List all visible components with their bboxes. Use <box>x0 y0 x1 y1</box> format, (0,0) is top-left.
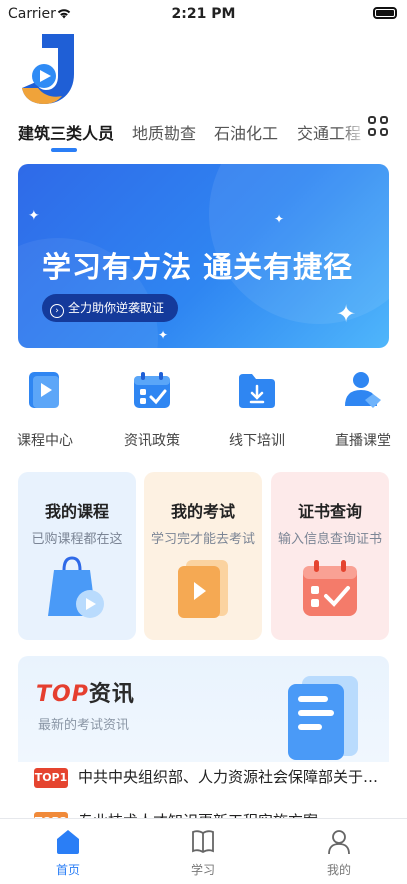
tabs-fade <box>340 116 368 152</box>
quick-link-offline-training[interactable]: 线下培训 <box>217 370 297 450</box>
arrow-right-icon: › <box>50 304 64 318</box>
live-user-icon <box>345 372 381 408</box>
quick-link-courses[interactable]: 课程中心 <box>5 370 85 450</box>
tab-home[interactable]: 首页 <box>28 829 108 879</box>
banner-pill-label: 全力助你逆袭取证 <box>68 301 165 315</box>
tab-jianzhu[interactable]: 建筑三类人员 <box>18 120 114 144</box>
app-logo <box>22 34 74 104</box>
my-exams-card[interactable]: 我的考试 学习完才能去考试 <box>144 472 262 640</box>
sparkle-icon: ✦ <box>336 300 357 328</box>
news-rank-badge: TOP1 <box>34 768 68 788</box>
promo-banner[interactable]: ✦ ✦ ✦ ✦ 学习有方法 通关有捷径 › 全力助你逆袭取证 <box>18 164 389 348</box>
category-tabs: 建筑三类人员 地质勘查 石油化工 交通工程 <box>0 116 407 160</box>
shopping-bag-play-icon <box>48 556 104 618</box>
tab-dizhi[interactable]: 地质勘查 <box>132 120 196 144</box>
certificate-query-card[interactable]: 证书查询 输入信息查询证书 <box>271 472 389 640</box>
news-item[interactable]: TOP1 中共中央组织部、人力资源社会保障部关于… <box>18 762 389 796</box>
tab-study[interactable]: 学习 <box>163 829 243 879</box>
home-content: ✦ ✦ ✦ ✦ 学习有方法 通关有捷径 › 全力助你逆袭取证 课程中心 资讯政策 <box>0 160 407 832</box>
top-news-subtitle: 最新的考试资讯 <box>38 718 130 733</box>
quick-link-label: 资讯政策 <box>124 433 180 449</box>
category-grid-icon[interactable] <box>368 116 390 138</box>
user-icon <box>328 830 350 855</box>
top-news-brand: TOP资讯 <box>36 676 135 708</box>
tab-label: 我的 <box>326 863 351 877</box>
sparkle-icon: ✦ <box>158 328 169 342</box>
sparkle-icon: ✦ <box>28 208 40 224</box>
top-news-brand-top: TOP <box>36 682 89 707</box>
book-icon <box>192 830 214 854</box>
quick-link-live-classroom[interactable]: 直播课堂 <box>323 370 403 450</box>
card-subtitle: 输入信息查询证书 <box>277 532 382 547</box>
banner-headline: 学习有方法 通关有捷径 <box>42 250 354 284</box>
course-play-icon <box>29 372 59 408</box>
folder-download-icon <box>239 374 275 408</box>
tab-active-indicator <box>51 148 77 152</box>
card-subtitle: 已购课程都在这 <box>31 532 123 547</box>
battery-icon <box>373 7 397 19</box>
bottom-tab-bar: 首页 学习 我的 <box>0 818 407 884</box>
banner-pill[interactable]: › 全力助你逆袭取证 <box>42 294 179 322</box>
exam-play-icon <box>178 560 228 618</box>
quick-link-label: 课程中心 <box>17 433 73 449</box>
quick-link-news-policy[interactable]: 资讯政策 <box>112 370 192 450</box>
home-icon <box>57 830 79 854</box>
document-icon <box>288 676 358 760</box>
quick-link-label: 直播课堂 <box>335 433 391 449</box>
card-subtitle: 学习完才能去考试 <box>150 532 255 547</box>
header: 建筑三类人员 地质勘查 石油化工 交通工程 <box>0 30 407 160</box>
my-courses-card[interactable]: 我的课程 已购课程都在这 <box>18 472 136 640</box>
tab-label: 首页 <box>55 863 80 877</box>
card-title: 我的课程 <box>44 502 109 521</box>
tab-shiyou[interactable]: 石油化工 <box>214 120 278 144</box>
status-time: 2:21 PM <box>171 6 236 22</box>
status-bar: Carrier 2:21 PM <box>0 0 407 30</box>
top-news-brand-zixun: 资讯 <box>88 682 135 707</box>
tab-label: 学习 <box>190 863 215 877</box>
card-title: 证书查询 <box>297 502 362 521</box>
card-title: 我的考试 <box>170 502 235 521</box>
news-list: TOP1 中共中央组织部、人力资源社会保障部关于… TOP2 专业技术人才知识更… <box>18 762 389 832</box>
tab-profile[interactable]: 我的 <box>299 829 379 879</box>
calendar-check-icon <box>303 560 357 616</box>
quick-link-label: 线下培训 <box>229 433 285 449</box>
calendar-check-icon <box>134 372 170 408</box>
news-title: 中共中央组织部、人力资源社会保障部关于… <box>78 768 378 786</box>
sparkle-icon: ✦ <box>274 212 285 226</box>
